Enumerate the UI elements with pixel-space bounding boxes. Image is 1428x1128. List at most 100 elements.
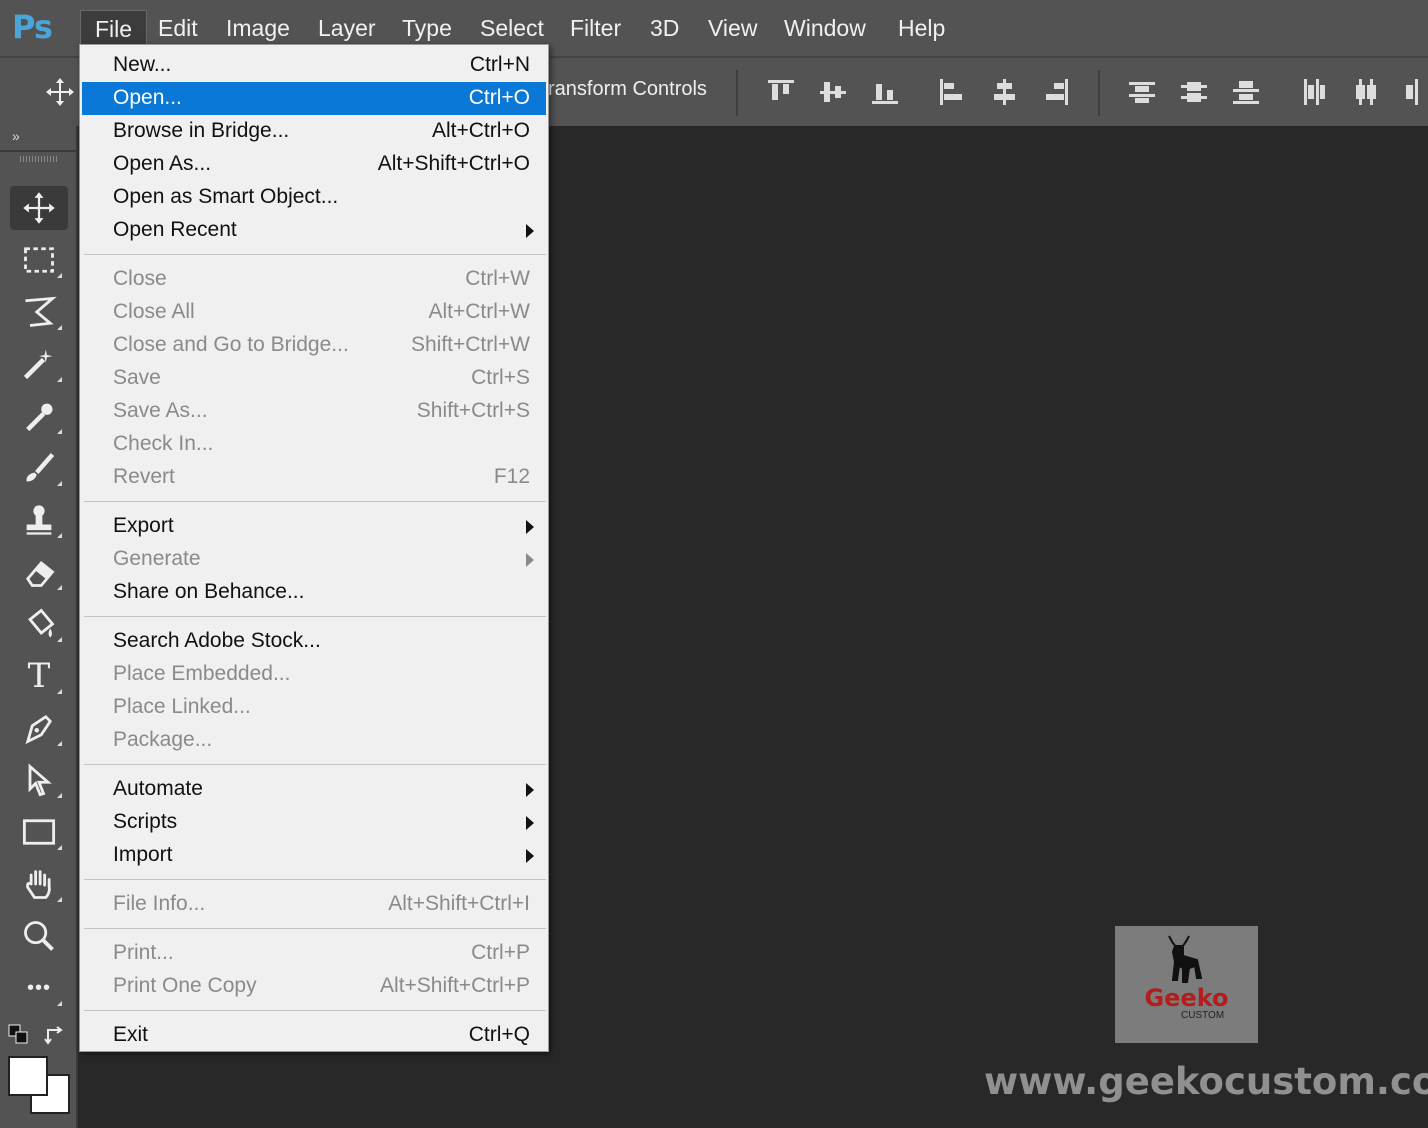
- separator: [0, 150, 78, 152]
- path-select-tool[interactable]: [10, 758, 68, 802]
- menu-item-place-embedded: Place Embedded...: [82, 658, 546, 691]
- menu-item-browse-in-bridge[interactable]: Browse in Bridge... Alt+Ctrl+O: [82, 115, 546, 148]
- menu-item-new[interactable]: New... Ctrl+N: [82, 49, 546, 82]
- menu-type[interactable]: Type: [402, 10, 452, 46]
- grip-handle[interactable]: [20, 156, 58, 162]
- menu-item-label: Place Linked...: [113, 695, 251, 718]
- lasso-tool[interactable]: [10, 290, 68, 334]
- distribute-hcenter-icon[interactable]: [1350, 76, 1382, 108]
- menu-view[interactable]: View: [708, 10, 757, 46]
- rectangle-tool[interactable]: [10, 810, 68, 854]
- expand-panel-icon[interactable]: »: [12, 128, 20, 144]
- menu-window[interactable]: Window: [784, 10, 866, 46]
- menu-item-shortcut: Ctrl+O: [468, 86, 530, 109]
- menu-item-open-as[interactable]: Open As... Alt+Shift+Ctrl+O: [82, 148, 546, 181]
- menu-item-label: Exit: [113, 1023, 149, 1046]
- menu-select[interactable]: Select: [480, 10, 544, 46]
- distribute-bottom-icon[interactable]: [1230, 76, 1262, 108]
- distribute-left-icon[interactable]: [1298, 76, 1330, 108]
- submenu-arrow-icon: [526, 849, 534, 863]
- brand-name: Geeko: [1144, 984, 1229, 1012]
- move-tool[interactable]: [10, 186, 68, 230]
- menu-help[interactable]: Help: [898, 10, 945, 46]
- submenu-arrow-icon: [526, 224, 534, 238]
- distribute-vcenter-icon[interactable]: [1178, 76, 1210, 108]
- align-left-icon[interactable]: [936, 76, 968, 108]
- align-right-icon[interactable]: [1040, 76, 1072, 108]
- menu-item-label: File Info...: [113, 892, 206, 915]
- menu-item-automate[interactable]: Automate: [82, 773, 546, 806]
- menu-layer[interactable]: Layer: [318, 10, 376, 46]
- menu-item-label: Open as Smart Object...: [113, 185, 339, 208]
- align-bottom-icon[interactable]: [869, 76, 901, 108]
- eyedropper-tool[interactable]: [10, 394, 68, 438]
- menu-item-shortcut: Ctrl+Q: [468, 1023, 530, 1046]
- menu-item-scripts[interactable]: Scripts: [82, 806, 546, 839]
- align-hcenter-icon[interactable]: [988, 76, 1020, 108]
- brand-sub: CUSTOM: [1181, 1010, 1225, 1021]
- menu-item-label: Open Recent: [113, 218, 237, 241]
- align-vcenter-icon[interactable]: [817, 76, 849, 108]
- menu-item-label: Close and Go to Bridge...: [113, 333, 349, 356]
- distribute-right-icon[interactable]: [1402, 76, 1428, 108]
- move-icon[interactable]: [44, 76, 76, 108]
- menu-item-label: Save As...: [113, 399, 208, 422]
- menu-item-shortcut: Ctrl+S: [471, 366, 530, 389]
- file-menu-dropdown: New... Ctrl+N Open... Ctrl+O Browse in Bridg…: [79, 44, 549, 1052]
- menu-file[interactable]: File: [80, 10, 148, 46]
- show-transform-controls-label[interactable]: ransform Controls: [548, 78, 707, 101]
- type-tool[interactable]: T: [10, 654, 68, 698]
- default-colors-icon[interactable]: [8, 1024, 30, 1046]
- menu-separator: [84, 616, 546, 617]
- menu-item-label: Scripts: [113, 810, 178, 833]
- align-top-icon[interactable]: [765, 76, 797, 108]
- menu-separator: [84, 1010, 546, 1011]
- menu-separator: [84, 928, 546, 929]
- more-icon: •••: [26, 976, 51, 999]
- menu-item-open-recent[interactable]: Open Recent: [82, 214, 546, 247]
- marquee-tool[interactable]: [10, 238, 68, 282]
- menu-item-label: Place Embedded...: [113, 662, 291, 685]
- lasso-icon: [25, 296, 57, 327]
- menu-item-search-adobe-stock[interactable]: Search Adobe Stock...: [82, 625, 546, 658]
- menu-item-open-as-smart-object[interactable]: Open as Smart Object...: [82, 181, 546, 214]
- menu-item-close-all: Close All Alt+Ctrl+W: [82, 296, 546, 329]
- menu-item-file-info: File Info... Alt+Shift+Ctrl+I: [82, 888, 546, 921]
- menu-item-open[interactable]: Open... Ctrl+O: [82, 82, 546, 115]
- menu-filter[interactable]: Filter: [570, 10, 621, 46]
- menu-item-label: Close: [113, 267, 167, 290]
- swap-colors-icon[interactable]: [44, 1024, 66, 1046]
- magic-wand-tool[interactable]: [10, 342, 68, 386]
- pen-tool[interactable]: [10, 706, 68, 750]
- website-watermark: www.geekocustom.com: [984, 1060, 1428, 1103]
- menu-edit[interactable]: Edit: [158, 10, 198, 46]
- menu-item-label: Print...: [113, 941, 174, 964]
- more-tools[interactable]: •••: [10, 966, 68, 1010]
- menu-item-exit[interactable]: Exit Ctrl+Q: [82, 1019, 546, 1052]
- pen-icon: [25, 714, 53, 745]
- menu-item-close: Close Ctrl+W: [82, 263, 546, 296]
- photoshop-logo: Ps: [12, 8, 53, 46]
- stamp-tool[interactable]: [10, 498, 68, 542]
- menu-item-share-on-behance[interactable]: Share on Behance...: [82, 576, 546, 609]
- menu-item-label: Open...: [113, 86, 182, 109]
- menu-item-export[interactable]: Export: [82, 510, 546, 543]
- menu-item-label: Generate: [113, 547, 201, 570]
- eraser-tool[interactable]: [10, 550, 68, 594]
- menu-3d[interactable]: 3D: [650, 10, 679, 46]
- menu-item-label: Package...: [113, 728, 213, 751]
- menu-item-package: Package...: [82, 724, 546, 757]
- menu-item-generate: Generate: [82, 543, 546, 576]
- hand-tool[interactable]: [10, 862, 68, 906]
- menu-item-import[interactable]: Import: [82, 839, 546, 872]
- paint-bucket-icon: [28, 608, 55, 638]
- menu-image[interactable]: Image: [226, 10, 290, 46]
- menu-item-shortcut: Ctrl+W: [465, 267, 530, 290]
- brush-tool[interactable]: [10, 446, 68, 490]
- separator: [736, 70, 738, 116]
- foreground-color-swatch[interactable]: [8, 1056, 48, 1096]
- paint-bucket-tool[interactable]: [10, 602, 68, 646]
- stamp-icon: [26, 505, 52, 535]
- zoom-tool[interactable]: [10, 914, 68, 958]
- distribute-top-icon[interactable]: [1126, 76, 1158, 108]
